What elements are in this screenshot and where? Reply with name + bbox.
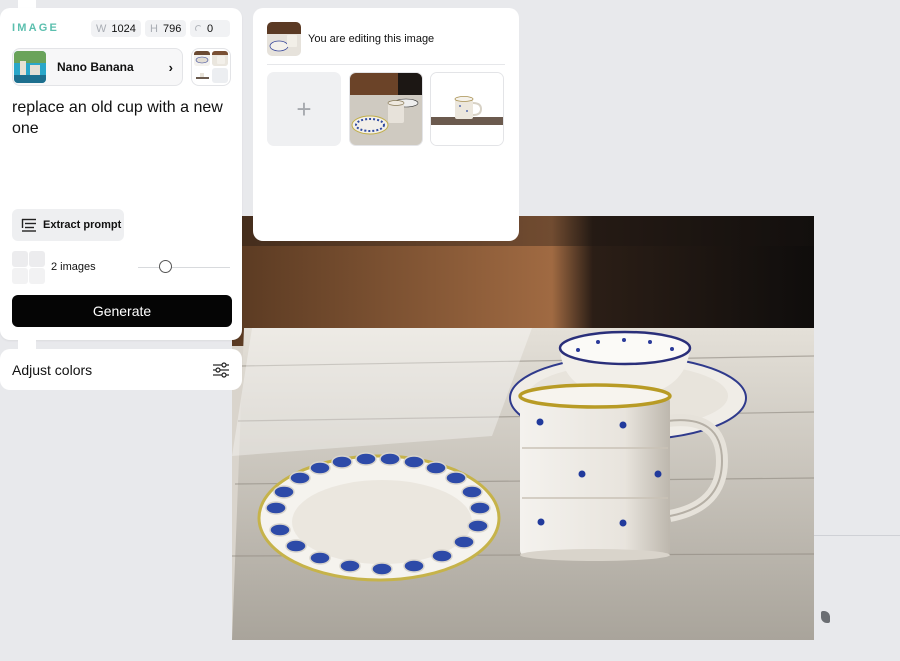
height-key: H (150, 22, 158, 35)
chevron-right-icon: › (168, 59, 173, 75)
image-settings-panel: IMAGE W 1024 H 796 0 Nano Banana › repla… (0, 8, 242, 340)
canvas-marker-icon (821, 611, 830, 623)
sliders-icon (213, 361, 229, 378)
width-value: 1024 (111, 22, 136, 35)
image-count-label: 2 images (51, 261, 96, 273)
editing-panel: You are editing this image + (253, 8, 519, 241)
editing-image-thumbnail (267, 22, 301, 56)
panel-connector (18, 340, 36, 349)
prompt-input[interactable]: replace an old cup with a new one (12, 97, 232, 139)
model-name: Nano Banana (57, 60, 134, 74)
reference-thumb (212, 51, 228, 66)
image-count-slider[interactable] (138, 267, 230, 268)
height-field[interactable]: H 796 (145, 20, 186, 37)
add-image-button[interactable]: + (267, 72, 341, 146)
reference-thumb-empty (212, 68, 228, 83)
history-thumb-original[interactable] (349, 72, 423, 146)
panel-tab-notch (18, 0, 36, 8)
model-selector[interactable]: Nano Banana › (12, 48, 183, 86)
reference-images-button[interactable] (191, 48, 231, 86)
adjust-colors-label: Adjust colors (12, 361, 93, 378)
reference-thumb (194, 51, 210, 66)
reference-thumb (194, 68, 210, 83)
canvas-guide-line (814, 535, 900, 536)
text-align-icon (21, 218, 36, 232)
seed-value: 0 (207, 22, 214, 35)
plus-icon: + (296, 93, 312, 124)
width-field[interactable]: W 1024 (91, 20, 141, 37)
canvas-image[interactable] (232, 216, 814, 640)
adjust-colors-button[interactable]: Adjust colors (0, 349, 242, 390)
seed-field[interactable]: 0 (190, 20, 230, 37)
height-value: 796 (162, 22, 182, 35)
history-thumb-generated[interactable] (430, 72, 504, 146)
extract-prompt-button[interactable]: Extract prompt (12, 209, 124, 241)
generate-button[interactable]: Generate (12, 295, 232, 327)
width-key: W (96, 22, 107, 35)
image-count-icon (12, 251, 45, 284)
seed-icon (195, 25, 202, 32)
extract-prompt-label: Extract prompt (43, 219, 122, 231)
panel-label: IMAGE (12, 22, 60, 34)
editing-title: You are editing this image (308, 33, 435, 45)
image-count-slider-thumb[interactable] (159, 260, 173, 273)
model-thumbnail (14, 51, 46, 83)
divider (267, 64, 505, 65)
